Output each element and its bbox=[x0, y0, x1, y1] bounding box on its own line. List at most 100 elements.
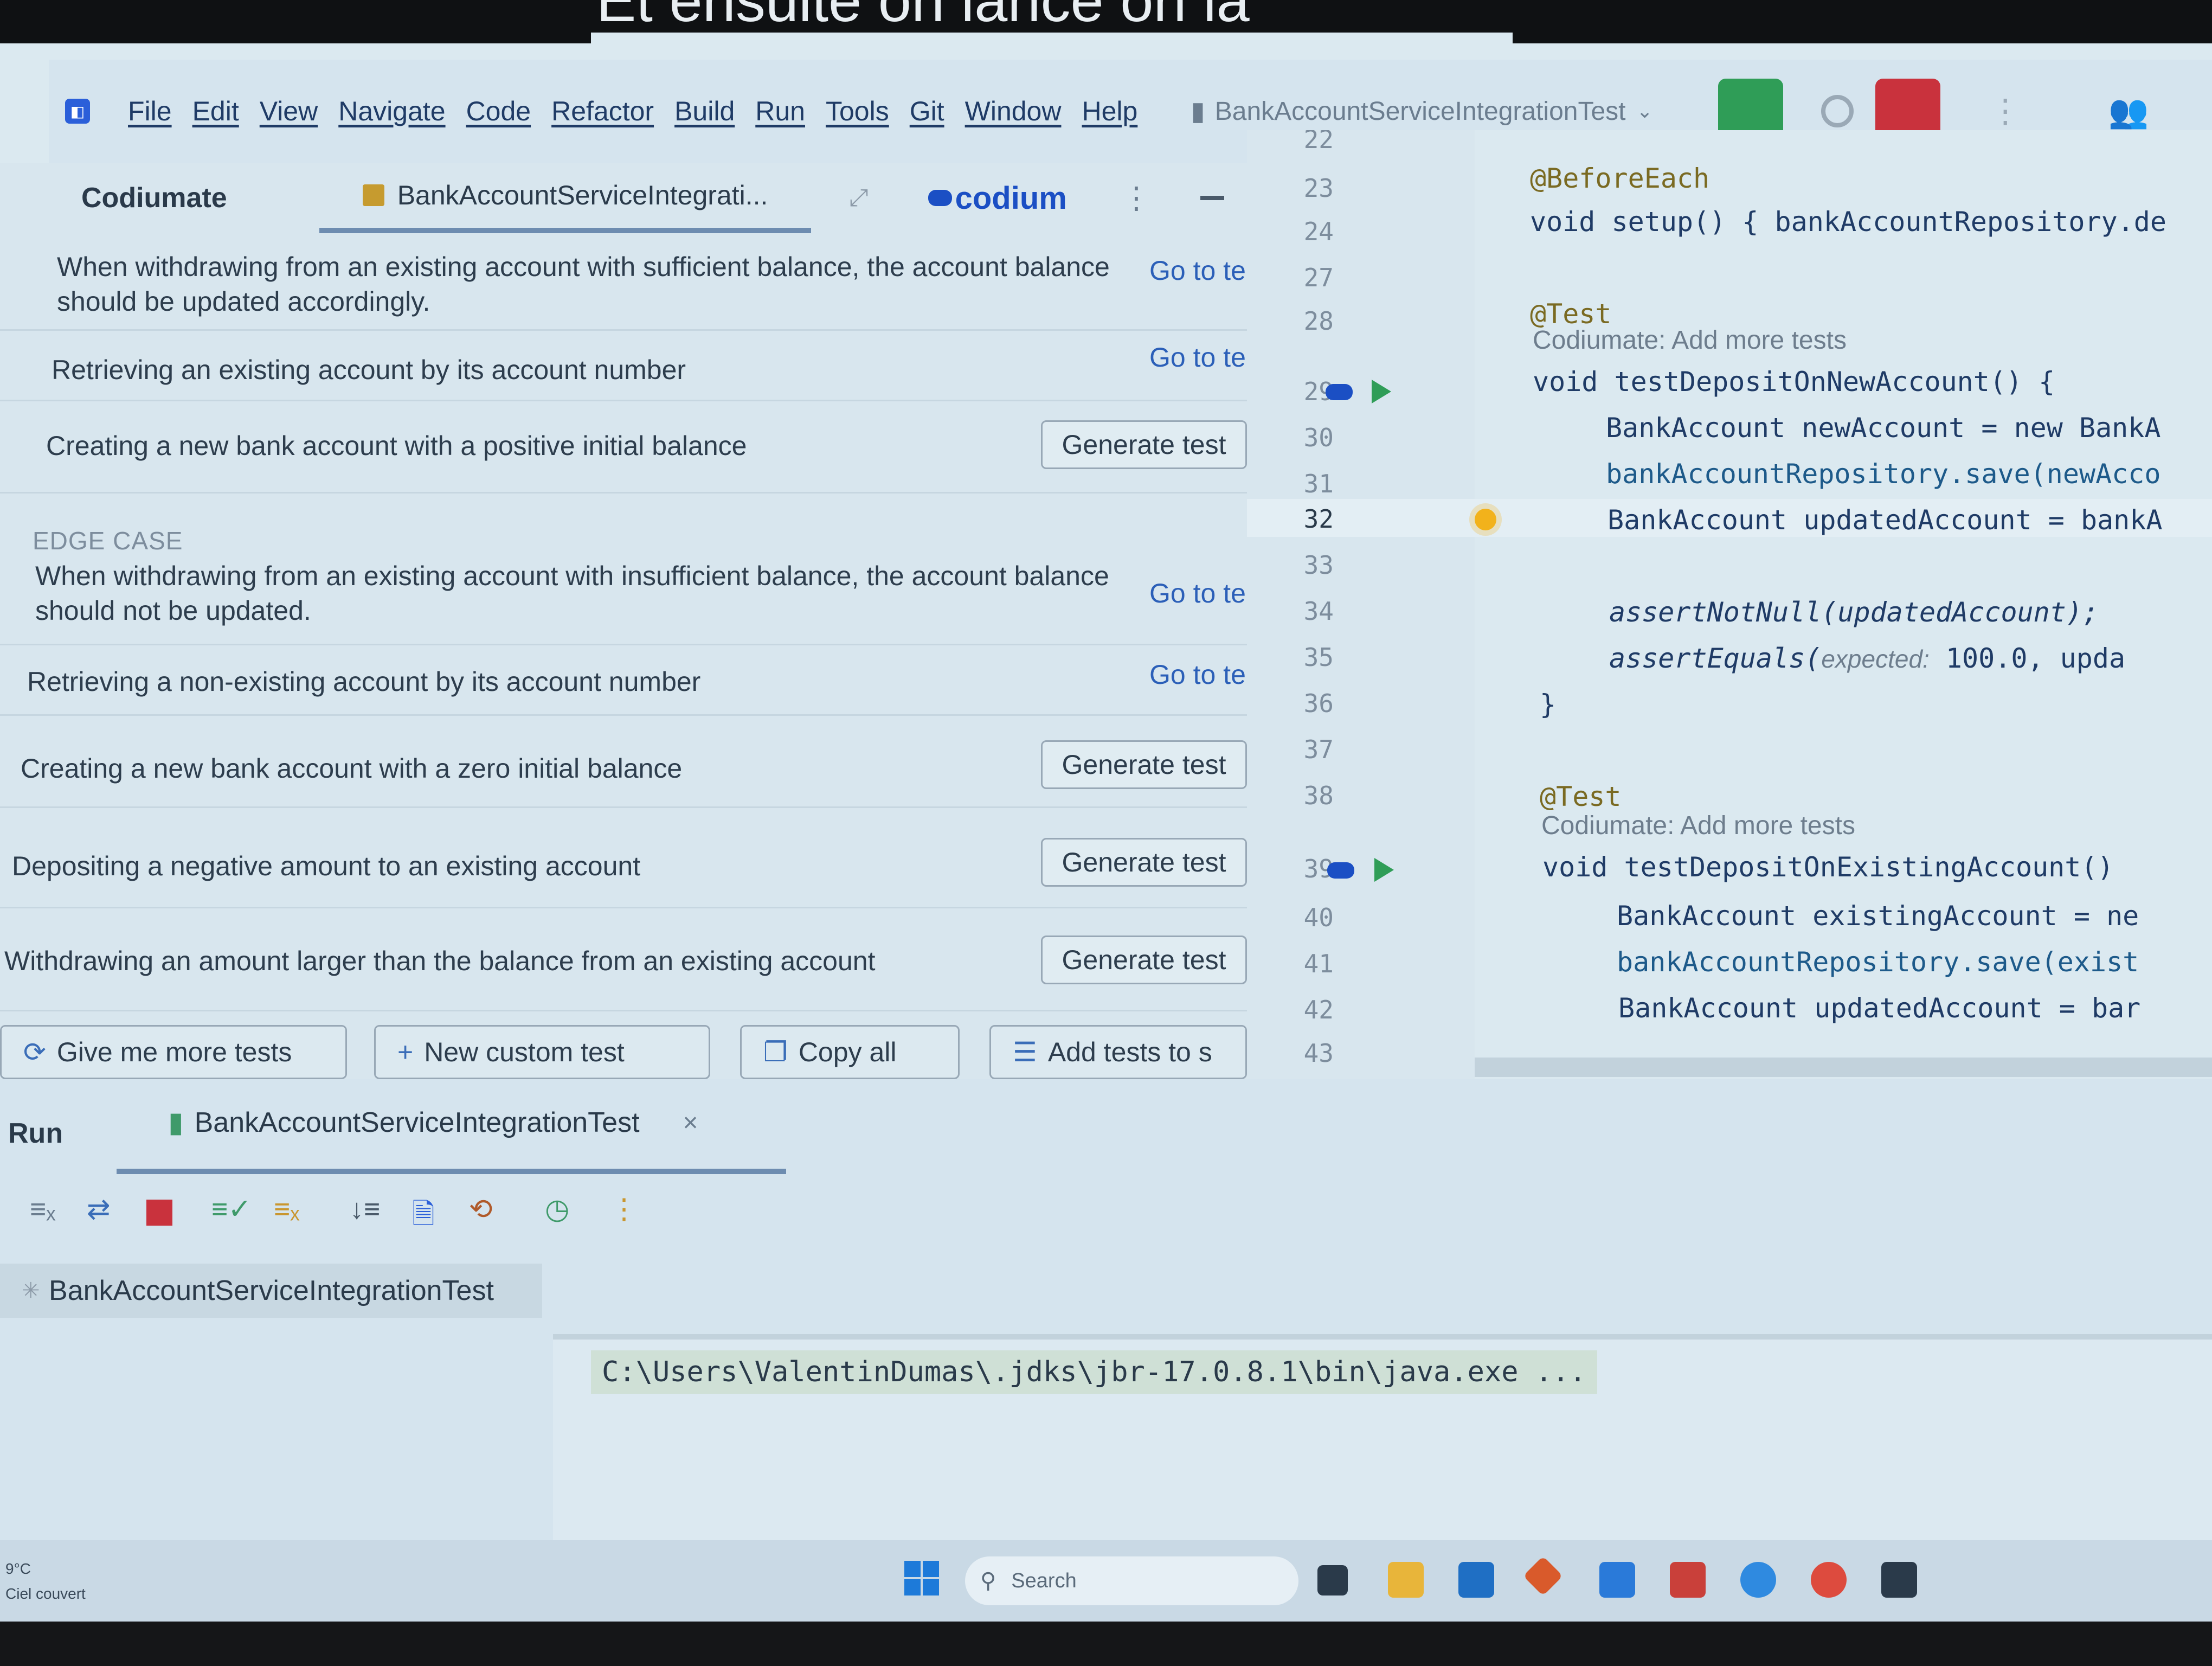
code-editor[interactable]: 22 23 24 27 28 29 30 31 32 33 34 35 36 3… bbox=[1247, 130, 2212, 1079]
run-panel-title: Run bbox=[8, 1118, 63, 1149]
weather-widget[interactable]: 9°C Ciel couvert bbox=[5, 1556, 86, 1606]
console-command: C:\Users\ValentinDumas\.jdks\jbr-17.0.8.… bbox=[591, 1350, 1597, 1394]
menu-view[interactable]: View bbox=[260, 95, 318, 127]
more-icon[interactable]: ⋮ bbox=[1989, 92, 2022, 130]
debug-icon[interactable] bbox=[1821, 95, 1854, 127]
chrome-icon[interactable] bbox=[1811, 1562, 1847, 1598]
minimize-icon[interactable] bbox=[1200, 196, 1224, 200]
codium-toggle-icon[interactable] bbox=[1326, 384, 1353, 400]
intellij-icon[interactable]: ◧ bbox=[65, 99, 90, 124]
outlook-icon[interactable] bbox=[1458, 1562, 1494, 1598]
menu-refactor[interactable]: Refactor bbox=[551, 95, 654, 127]
code-line: bankAccountRepository.save(newAcco bbox=[1606, 458, 2161, 490]
run-tab[interactable]: ▮ BankAccountServiceIntegrationTest × bbox=[168, 1106, 698, 1139]
lightbulb-icon[interactable] bbox=[1475, 509, 1496, 530]
new-custom-test-label: New custom test bbox=[424, 1037, 625, 1067]
add-tests-button[interactable]: ☰ Add tests to s bbox=[989, 1025, 1247, 1079]
coverage-icon[interactable]: ◷ bbox=[545, 1193, 569, 1226]
vscode-icon[interactable] bbox=[1599, 1562, 1635, 1598]
behavior-item[interactable]: Retrieving an existing account by its ac… bbox=[0, 331, 1247, 401]
go-to-test-link[interactable]: Go to te bbox=[1149, 342, 1247, 373]
copy-icon: ❐ bbox=[763, 1037, 788, 1067]
edge-case-text: Withdrawing an amount larger than the ba… bbox=[4, 946, 876, 976]
run-test-icon[interactable] bbox=[1372, 380, 1391, 403]
clear-icon[interactable]: ≡ₓ bbox=[30, 1193, 55, 1226]
menu-build[interactable]: Build bbox=[674, 95, 735, 127]
projector-edge bbox=[0, 1622, 2212, 1666]
line-number: 38 bbox=[1303, 781, 1334, 810]
line-number: 23 bbox=[1303, 174, 1334, 203]
edge-case-item[interactable]: Withdrawing an amount larger than the ba… bbox=[0, 908, 1247, 1011]
import-tests-icon[interactable]: 🗎 bbox=[412, 1193, 435, 1241]
test-config-icon: ▮ bbox=[168, 1107, 184, 1138]
stop-icon[interactable] bbox=[146, 1200, 172, 1226]
windows-start-icon[interactable] bbox=[904, 1561, 939, 1595]
slide-frame-right bbox=[1513, 0, 2212, 43]
codiumate-lens-link[interactable]: Codiumate: Add more tests bbox=[1541, 811, 1855, 841]
behavior-item[interactable]: When withdrawing from an existing accoun… bbox=[0, 239, 1247, 331]
generate-test-button[interactable]: Generate test bbox=[1041, 935, 1247, 984]
docker-icon[interactable] bbox=[1740, 1562, 1776, 1598]
edge-case-item[interactable]: Retrieving a non-existing account by its… bbox=[0, 645, 1247, 716]
go-to-test-link[interactable]: Go to te bbox=[1149, 659, 1247, 690]
codium-brand-text: codium bbox=[955, 180, 1067, 216]
run-config-label: BankAccountServiceIntegrationTest bbox=[1214, 97, 1626, 126]
users-icon[interactable]: 👥 bbox=[2108, 92, 2149, 131]
codiumate-lens-link[interactable]: Codiumate: Add more tests bbox=[1533, 325, 1847, 355]
copy-all-button[interactable]: ❐ Copy all bbox=[740, 1025, 960, 1079]
code-line: @BeforeEach bbox=[1530, 163, 1710, 194]
more-options-icon[interactable]: ⋮ bbox=[610, 1193, 638, 1226]
menu-navigate[interactable]: Navigate bbox=[338, 95, 445, 127]
generate-test-button[interactable]: Generate test bbox=[1041, 420, 1247, 469]
show-ignored-icon[interactable]: ≡ₓ bbox=[274, 1193, 299, 1226]
go-to-test-link[interactable]: Go to te bbox=[1149, 578, 1247, 609]
go-to-test-link[interactable]: Go to te bbox=[1149, 255, 1247, 286]
codium-toggle-icon[interactable] bbox=[1327, 862, 1354, 879]
codiumate-header: Codiumate BankAccountServiceIntegrati...… bbox=[0, 163, 1247, 233]
weather-desc: Ciel couvert bbox=[5, 1585, 86, 1602]
panel-options-icon[interactable]: ⋮ bbox=[1121, 180, 1152, 216]
taskbar-search[interactable]: ⚲ Search bbox=[965, 1556, 1298, 1605]
file-explorer-icon[interactable] bbox=[1388, 1562, 1424, 1598]
show-passed-icon[interactable]: ≡✓ bbox=[211, 1193, 252, 1226]
generate-test-button[interactable]: Generate test bbox=[1041, 838, 1247, 887]
line-number: 30 bbox=[1303, 423, 1334, 452]
edge-case-label: EDGE CASE bbox=[33, 527, 183, 555]
menu-file[interactable]: File bbox=[128, 95, 172, 127]
menu-help[interactable]: Help bbox=[1082, 95, 1137, 127]
editor-horizontal-scrollbar[interactable] bbox=[1475, 1058, 2212, 1077]
generate-test-button[interactable]: Generate test bbox=[1041, 740, 1247, 789]
run-config-selector[interactable]: ▮ BankAccountServiceIntegrationTest ⌄ bbox=[1191, 96, 1652, 126]
task-view-icon[interactable] bbox=[1317, 1565, 1348, 1595]
test-tree-item[interactable]: ✳ BankAccountServiceIntegrationTest bbox=[0, 1264, 542, 1318]
new-custom-test-button[interactable]: + New custom test bbox=[374, 1025, 710, 1079]
behavior-item[interactable]: Creating a new bank account with a posit… bbox=[0, 401, 1247, 494]
menu-run[interactable]: Run bbox=[755, 95, 805, 127]
line-number: 34 bbox=[1303, 597, 1334, 626]
console-output[interactable]: C:\Users\ValentinDumas\.jdks\jbr-17.0.8.… bbox=[553, 1334, 2212, 1546]
intellij-taskbar-icon[interactable] bbox=[1881, 1562, 1917, 1598]
line-number: 22 bbox=[1303, 130, 1334, 154]
run-test-icon[interactable] bbox=[1374, 858, 1394, 882]
edge-case-item[interactable]: When withdrawing from an existing accoun… bbox=[0, 553, 1247, 645]
rerun-toggle-icon[interactable]: ⇄ bbox=[87, 1193, 111, 1226]
menu-git[interactable]: Git bbox=[910, 95, 944, 127]
codium-logo-icon bbox=[928, 190, 952, 206]
tab-test-file[interactable]: BankAccountServiceIntegrati... bbox=[319, 163, 812, 233]
menu-edit[interactable]: Edit bbox=[192, 95, 239, 127]
menu-tools[interactable]: Tools bbox=[826, 95, 889, 127]
sort-icon[interactable]: ↓≡ bbox=[350, 1193, 380, 1226]
history-icon[interactable]: ⟲ bbox=[469, 1193, 493, 1226]
stack-app-icon[interactable] bbox=[1670, 1562, 1706, 1598]
edge-case-item[interactable]: Depositing a negative amount to an exist… bbox=[0, 808, 1247, 908]
menu-code[interactable]: Code bbox=[466, 95, 531, 127]
give-more-tests-button[interactable]: ⟳ Give me more tests bbox=[0, 1025, 347, 1079]
git-icon[interactable] bbox=[1523, 1556, 1563, 1596]
run-tab-label: BankAccountServiceIntegrationTest bbox=[194, 1107, 640, 1138]
expand-icon[interactable]: ⤢ bbox=[849, 184, 868, 212]
edge-case-item[interactable]: Creating a new bank account with a zero … bbox=[0, 716, 1247, 808]
menu-window[interactable]: Window bbox=[965, 95, 1062, 127]
close-icon[interactable]: × bbox=[683, 1108, 698, 1138]
slide-title: Et ensuite on lance on la bbox=[591, 0, 1513, 33]
edge-case-text: When withdrawing from an existing accoun… bbox=[35, 561, 1109, 626]
